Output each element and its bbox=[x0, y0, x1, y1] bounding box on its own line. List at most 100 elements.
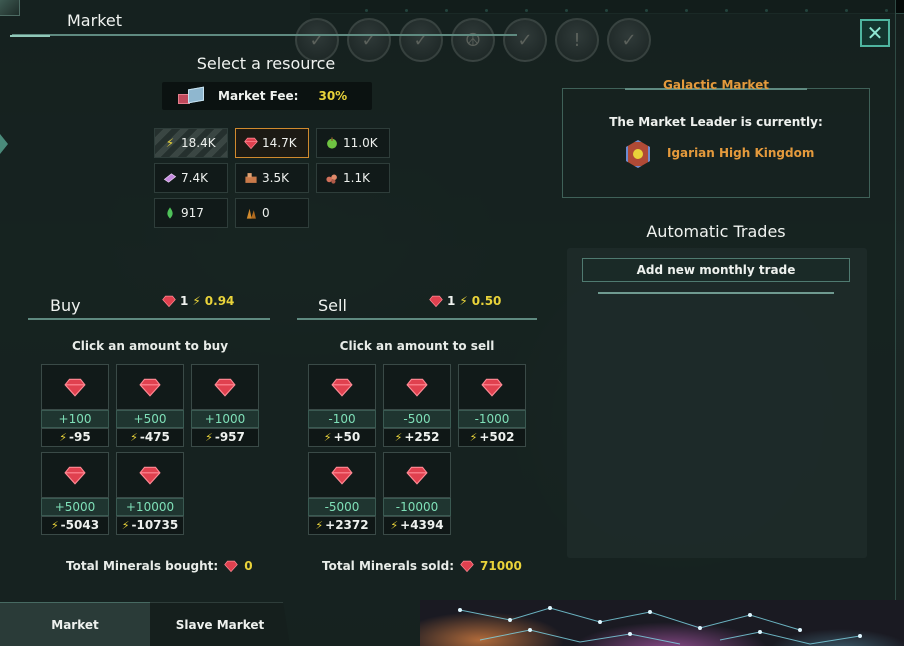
exotic-gases-icon bbox=[325, 171, 339, 185]
automatic-trades-title: Automatic Trades bbox=[646, 222, 786, 241]
mineral-gem-icon bbox=[481, 376, 503, 398]
volatile-motes-icon bbox=[163, 206, 177, 220]
buy-price-value: 0.94 bbox=[204, 294, 235, 308]
resource-value: 18.4K bbox=[181, 136, 216, 150]
mineral-gem-icon bbox=[64, 464, 86, 486]
side-arrow-icon[interactable] bbox=[0, 134, 8, 154]
resource-tile-energy[interactable]: ⚡ 18.4K bbox=[154, 128, 228, 158]
energy-icon: ⚡ bbox=[459, 294, 468, 308]
market-fee-value: 30% bbox=[318, 89, 348, 103]
trade-cost: ⚡ +502 bbox=[458, 428, 526, 447]
sell-price-qty: 1 bbox=[447, 294, 456, 308]
sell-10000-button[interactable]: -10000 ⚡ +4394 bbox=[383, 452, 451, 536]
trade-amount: +100 bbox=[41, 410, 109, 428]
mineral-gem-icon bbox=[331, 464, 353, 486]
faded-icon: ! bbox=[555, 18, 599, 62]
buy-hint: Click an amount to buy bbox=[71, 339, 229, 353]
sell-500-button[interactable]: -500 ⚡ +252 bbox=[383, 364, 451, 448]
market-fee-icon bbox=[178, 86, 208, 106]
trade-gem-area bbox=[41, 364, 109, 410]
resource-tile-alloys[interactable]: 7.4K bbox=[154, 163, 228, 193]
resource-tile-minerals[interactable]: 14.7K bbox=[235, 128, 309, 158]
faded-icon: ✓ bbox=[607, 18, 651, 62]
resource-value: 1.1K bbox=[343, 171, 370, 185]
rare-crystals-icon bbox=[244, 206, 258, 220]
trade-cost: ⚡ +2372 bbox=[308, 516, 376, 535]
close-button[interactable]: ✕ bbox=[860, 19, 890, 47]
mineral-gem-icon bbox=[244, 136, 258, 150]
galactic-market-panel bbox=[562, 88, 870, 198]
trade-amount: +1000 bbox=[191, 410, 259, 428]
resource-tile-exotic-gases[interactable]: 1.1K bbox=[316, 163, 390, 193]
trade-gem-area bbox=[308, 364, 376, 410]
market-fee-box: Market Fee: 30% bbox=[162, 82, 372, 110]
buy-price-qty: 1 bbox=[180, 294, 189, 308]
mineral-gem-icon bbox=[224, 559, 238, 573]
trade-cost: ⚡ +50 bbox=[308, 428, 376, 447]
buy-10000-button[interactable]: +10000 ⚡ -10735 bbox=[116, 452, 184, 536]
buy-5000-button[interactable]: +5000 ⚡ -5043 bbox=[41, 452, 109, 536]
trade-gem-area bbox=[383, 364, 451, 410]
buy-100-button[interactable]: +100 ⚡ -95 bbox=[41, 364, 109, 448]
trade-amount: -10000 bbox=[383, 498, 451, 516]
trade-cost: ⚡ -5043 bbox=[41, 516, 109, 535]
sell-5000-button[interactable]: -5000 ⚡ +2372 bbox=[308, 452, 376, 536]
resource-value: 0 bbox=[262, 206, 270, 220]
resource-tile-volatile-motes[interactable]: 917 bbox=[154, 198, 228, 228]
buy-1000-button[interactable]: +1000 ⚡ -957 bbox=[191, 364, 259, 448]
sell-1000-button[interactable]: -1000 ⚡ +502 bbox=[458, 364, 526, 448]
market-leader-label: The Market Leader is currently: bbox=[609, 115, 823, 129]
sell-divider bbox=[297, 318, 537, 320]
total-bought-value: 0 bbox=[244, 559, 253, 573]
window-title: Market bbox=[67, 11, 122, 30]
select-resource-title: Select a resource bbox=[196, 54, 336, 73]
add-trade-divider bbox=[598, 292, 834, 294]
trade-gem-area bbox=[308, 452, 376, 498]
trade-cost: ⚡ -95 bbox=[41, 428, 109, 447]
trade-gem-area bbox=[458, 364, 526, 410]
total-sold-label: Total Minerals sold: bbox=[322, 559, 455, 573]
resource-tile-food[interactable]: 11.0K bbox=[316, 128, 390, 158]
market-leader-name[interactable]: Igarian High Kingdom bbox=[667, 146, 814, 160]
trade-cost: ⚡ +252 bbox=[383, 428, 451, 447]
mineral-gem-icon bbox=[64, 376, 86, 398]
energy-icon: ⚡ bbox=[192, 294, 201, 308]
mineral-gem-icon bbox=[331, 376, 353, 398]
total-bought: Total Minerals bought: 0 bbox=[66, 559, 253, 573]
mineral-gem-icon bbox=[429, 294, 443, 308]
sell-100-button[interactable]: -100 ⚡ +50 bbox=[308, 364, 376, 448]
resource-value: 11.0K bbox=[343, 136, 378, 150]
trade-cost: ⚡ +4394 bbox=[383, 516, 451, 535]
add-monthly-trade-button[interactable]: Add new monthly trade bbox=[582, 258, 850, 282]
trade-cost: ⚡ -10735 bbox=[116, 516, 184, 535]
consumer-goods-icon bbox=[244, 171, 258, 185]
sell-hint: Click an amount to sell bbox=[339, 339, 495, 353]
trade-amount: +500 bbox=[116, 410, 184, 428]
mineral-gem-icon bbox=[162, 294, 176, 308]
energy-icon: ⚡ bbox=[165, 136, 175, 150]
galactic-market-title: Galactic Market bbox=[663, 78, 769, 92]
mineral-gem-icon bbox=[406, 464, 428, 486]
total-sold-value: 71000 bbox=[480, 559, 522, 573]
mineral-gem-icon bbox=[460, 559, 474, 573]
trade-amount: +10000 bbox=[116, 498, 184, 516]
trade-gem-area bbox=[41, 452, 109, 498]
buy-500-button[interactable]: +500 ⚡ -475 bbox=[116, 364, 184, 448]
galaxy-map-background bbox=[420, 600, 904, 646]
food-icon bbox=[325, 136, 339, 150]
mineral-gem-icon bbox=[139, 376, 161, 398]
resource-tile-rare-crystals[interactable]: 0 bbox=[235, 198, 309, 228]
market-window: ✓ ✓ ✓ ☮ ✓ ! ✓ Market ✕ Select a resource… bbox=[0, 0, 896, 646]
automatic-trades-panel bbox=[567, 248, 867, 558]
tab-market[interactable]: Market bbox=[0, 602, 150, 646]
trade-amount: -100 bbox=[308, 410, 376, 428]
alloys-icon bbox=[163, 171, 177, 185]
tab-slave-market[interactable]: Slave Market bbox=[150, 602, 290, 646]
resource-value: 3.5K bbox=[262, 171, 289, 185]
total-sold: Total Minerals sold: 71000 bbox=[322, 559, 522, 573]
trade-amount: -500 bbox=[383, 410, 451, 428]
resource-value: 917 bbox=[181, 206, 204, 220]
resource-tile-consumer-goods[interactable]: 3.5K bbox=[235, 163, 309, 193]
window-title-bar: Market bbox=[10, 8, 517, 37]
resource-value: 14.7K bbox=[262, 136, 297, 150]
